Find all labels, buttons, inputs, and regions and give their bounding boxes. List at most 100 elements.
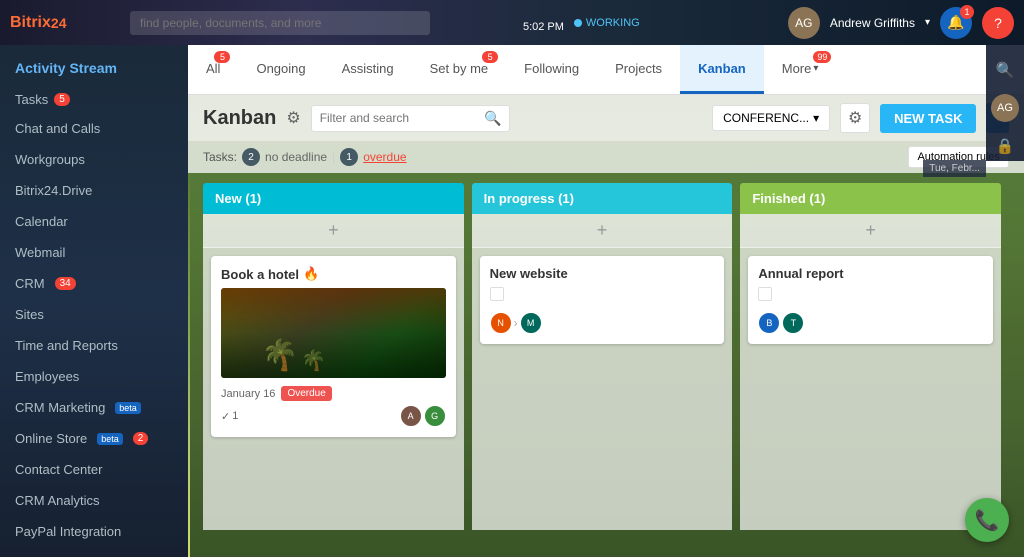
sidebar-item-workgroups[interactable]: Workgroups [0,144,188,175]
card-new-website: New website N › M [480,256,725,344]
user-dropdown-arrow[interactable]: ▾ [925,17,930,28]
tab-kanban[interactable]: Kanban [680,45,764,94]
card-checkbox[interactable] [490,287,504,301]
sidebar-item-employees[interactable]: Employees [0,361,188,392]
card-report-title-text: Annual report [758,266,843,281]
header: Bitrix 24 5:02PM WORKING AG Andrew Griff… [0,0,1024,45]
help-button[interactable]: ? [982,7,1014,39]
sidebar-workgroups-label: Workgroups [15,152,85,167]
header-search-input[interactable] [130,11,430,35]
sidebar-item-crm-marketing[interactable]: CRM Marketing beta [0,392,188,423]
card-book-hotel: Book a hotel 🔥 🌴 🌴 January 16 Overdue [211,256,456,437]
column-finished-header: Finished (1) [740,183,1001,214]
right-user-icon[interactable]: AG [990,93,1020,123]
sidebar-tasks-count: 5 [54,93,70,106]
tab-kanban-label: Kanban [698,61,746,76]
conference-button[interactable]: CONFERENC... ▾ [712,105,830,131]
sidebar-item-chat[interactable]: Chat and Calls [0,113,188,144]
sidebar-item-crm[interactable]: CRM 34 [0,268,188,299]
conference-dropdown-icon: ▾ [813,111,819,125]
sidebar-tasks-row[interactable]: Tasks 5 [0,86,188,113]
avatar-5: B [758,312,780,334]
header-time: 5:02PM [520,10,564,36]
sidebar-item-crm-analytics[interactable]: CRM Analytics [0,485,188,516]
sidebar-item-paypal[interactable]: PayPal Integration [0,516,188,547]
tasks-label: Tasks: [203,150,237,164]
tab-all[interactable]: All 5 [188,45,238,94]
sidebar-item-online-store[interactable]: Online Store beta 2 [0,423,188,454]
kanban-gear-button[interactable]: ⚙ [840,103,870,133]
right-lock-icon[interactable]: 🔒 [990,131,1020,161]
notifications-button[interactable]: 🔔 1 [940,7,972,39]
card-date-text: January 16 [221,388,275,400]
kanban-area: New (1) + Book a hotel 🔥 🌴 🌴 [188,173,1024,540]
column-new-header: New (1) [203,183,464,214]
tab-set-by-me[interactable]: Set by me 5 [412,45,507,94]
column-new-add[interactable]: + [203,214,464,248]
tab-set-by-me-badge: 5 [482,51,498,63]
card-hotel-meta: ✓ 1 A G [221,405,446,427]
header-search-container [130,11,430,35]
phone-icon: 📞 [975,508,1000,533]
palm-decoration-2: 🌴 [301,348,326,373]
sidebar-item-time-reports[interactable]: Time and Reports [0,330,188,361]
kanban-settings-icon[interactable]: ⚙ [286,108,300,128]
header-right: AG Andrew Griffiths ▾ 🔔 1 ? [788,7,1024,39]
avatar-3: N [490,312,512,334]
card-avatars: A G [400,405,446,427]
working-dot [574,19,582,27]
green-phone-button[interactable]: 📞 [965,498,1009,542]
tasks-info-bar: Tasks: 2 no deadline | 1 overdue Automat… [188,141,1024,173]
tab-assisting[interactable]: Assisting [324,45,412,94]
card-report-checkbox-row [758,287,983,304]
new-task-button[interactable]: NEW TASK [880,104,976,133]
sidebar-crm-analytics-label: CRM Analytics [15,493,100,508]
card-book-hotel-title: Book a hotel 🔥 [221,266,446,282]
card-report-checkbox[interactable] [758,287,772,301]
tab-projects[interactable]: Projects [597,45,680,94]
column-in-progress-count: 1 [562,191,569,206]
card-title-text: Book a hotel [221,267,299,282]
sidebar-chat-label: Chat and Calls [15,121,100,136]
sidebar-crm-marketing-badge: beta [115,402,141,414]
sidebar-item-calendar[interactable]: Calendar [0,206,188,237]
sidebar-item-contact-center[interactable]: Contact Center [0,454,188,485]
card-annual-report: Annual report B T [748,256,993,344]
tab-ongoing[interactable]: Ongoing [238,45,323,94]
column-in-progress-cards: New website N › M [472,248,733,530]
kanban-column-new: New (1) + Book a hotel 🔥 🌴 🌴 [203,183,464,530]
column-new-count: 1 [250,191,257,206]
kanban-search-input[interactable] [320,111,484,125]
right-panel: 🔍 AG 🔒 [986,45,1024,161]
column-in-progress-label: In progress [484,191,555,206]
tab-more[interactable]: More ▾ 99 [764,45,837,94]
column-new-cards: Book a hotel 🔥 🌴 🌴 January 16 Overdue [203,248,464,530]
sidebar-online-store-count-badge: 2 [133,432,149,445]
overdue-label[interactable]: overdue [363,150,406,164]
user-avatar[interactable]: AG [788,7,820,39]
sidebar-crm-marketing-label: CRM Marketing [15,400,105,415]
sidebar-item-mind-map[interactable]: Mind Map [0,547,188,557]
sidebar-crm-label: CRM [15,276,45,291]
logo[interactable]: Bitrix 24 [0,14,120,32]
avatar-arrow: › [514,316,518,330]
sidebar-item-sites[interactable]: Sites [0,299,188,330]
sidebar-item-webmail[interactable]: Webmail [0,237,188,268]
logo-text: Bitrix [10,14,51,32]
tasks-count: 2 [242,148,260,166]
notification-badge: 1 [960,5,974,19]
fire-icon: 🔥 [303,266,319,282]
column-in-progress-add[interactable]: + [472,214,733,248]
sidebar-item-drive[interactable]: Bitrix24.Drive [0,175,188,206]
right-search-icon[interactable]: 🔍 [990,55,1020,85]
tab-following[interactable]: Following [506,45,597,94]
sidebar-activity-stream[interactable]: Activity Stream [0,50,188,86]
palm-decoration: 🌴 [261,338,298,373]
sidebar-contact-center-label: Contact Center [15,462,102,477]
search-icon: 🔍 [484,110,501,127]
sidebar-crm-badge: 34 [55,277,76,290]
sidebar: Activity Stream Tasks 5 Chat and Calls W… [0,45,188,557]
help-icon: ? [994,15,1002,31]
date-indicator: Tue, Febr... [923,160,986,177]
column-finished-add[interactable]: + [740,214,1001,248]
